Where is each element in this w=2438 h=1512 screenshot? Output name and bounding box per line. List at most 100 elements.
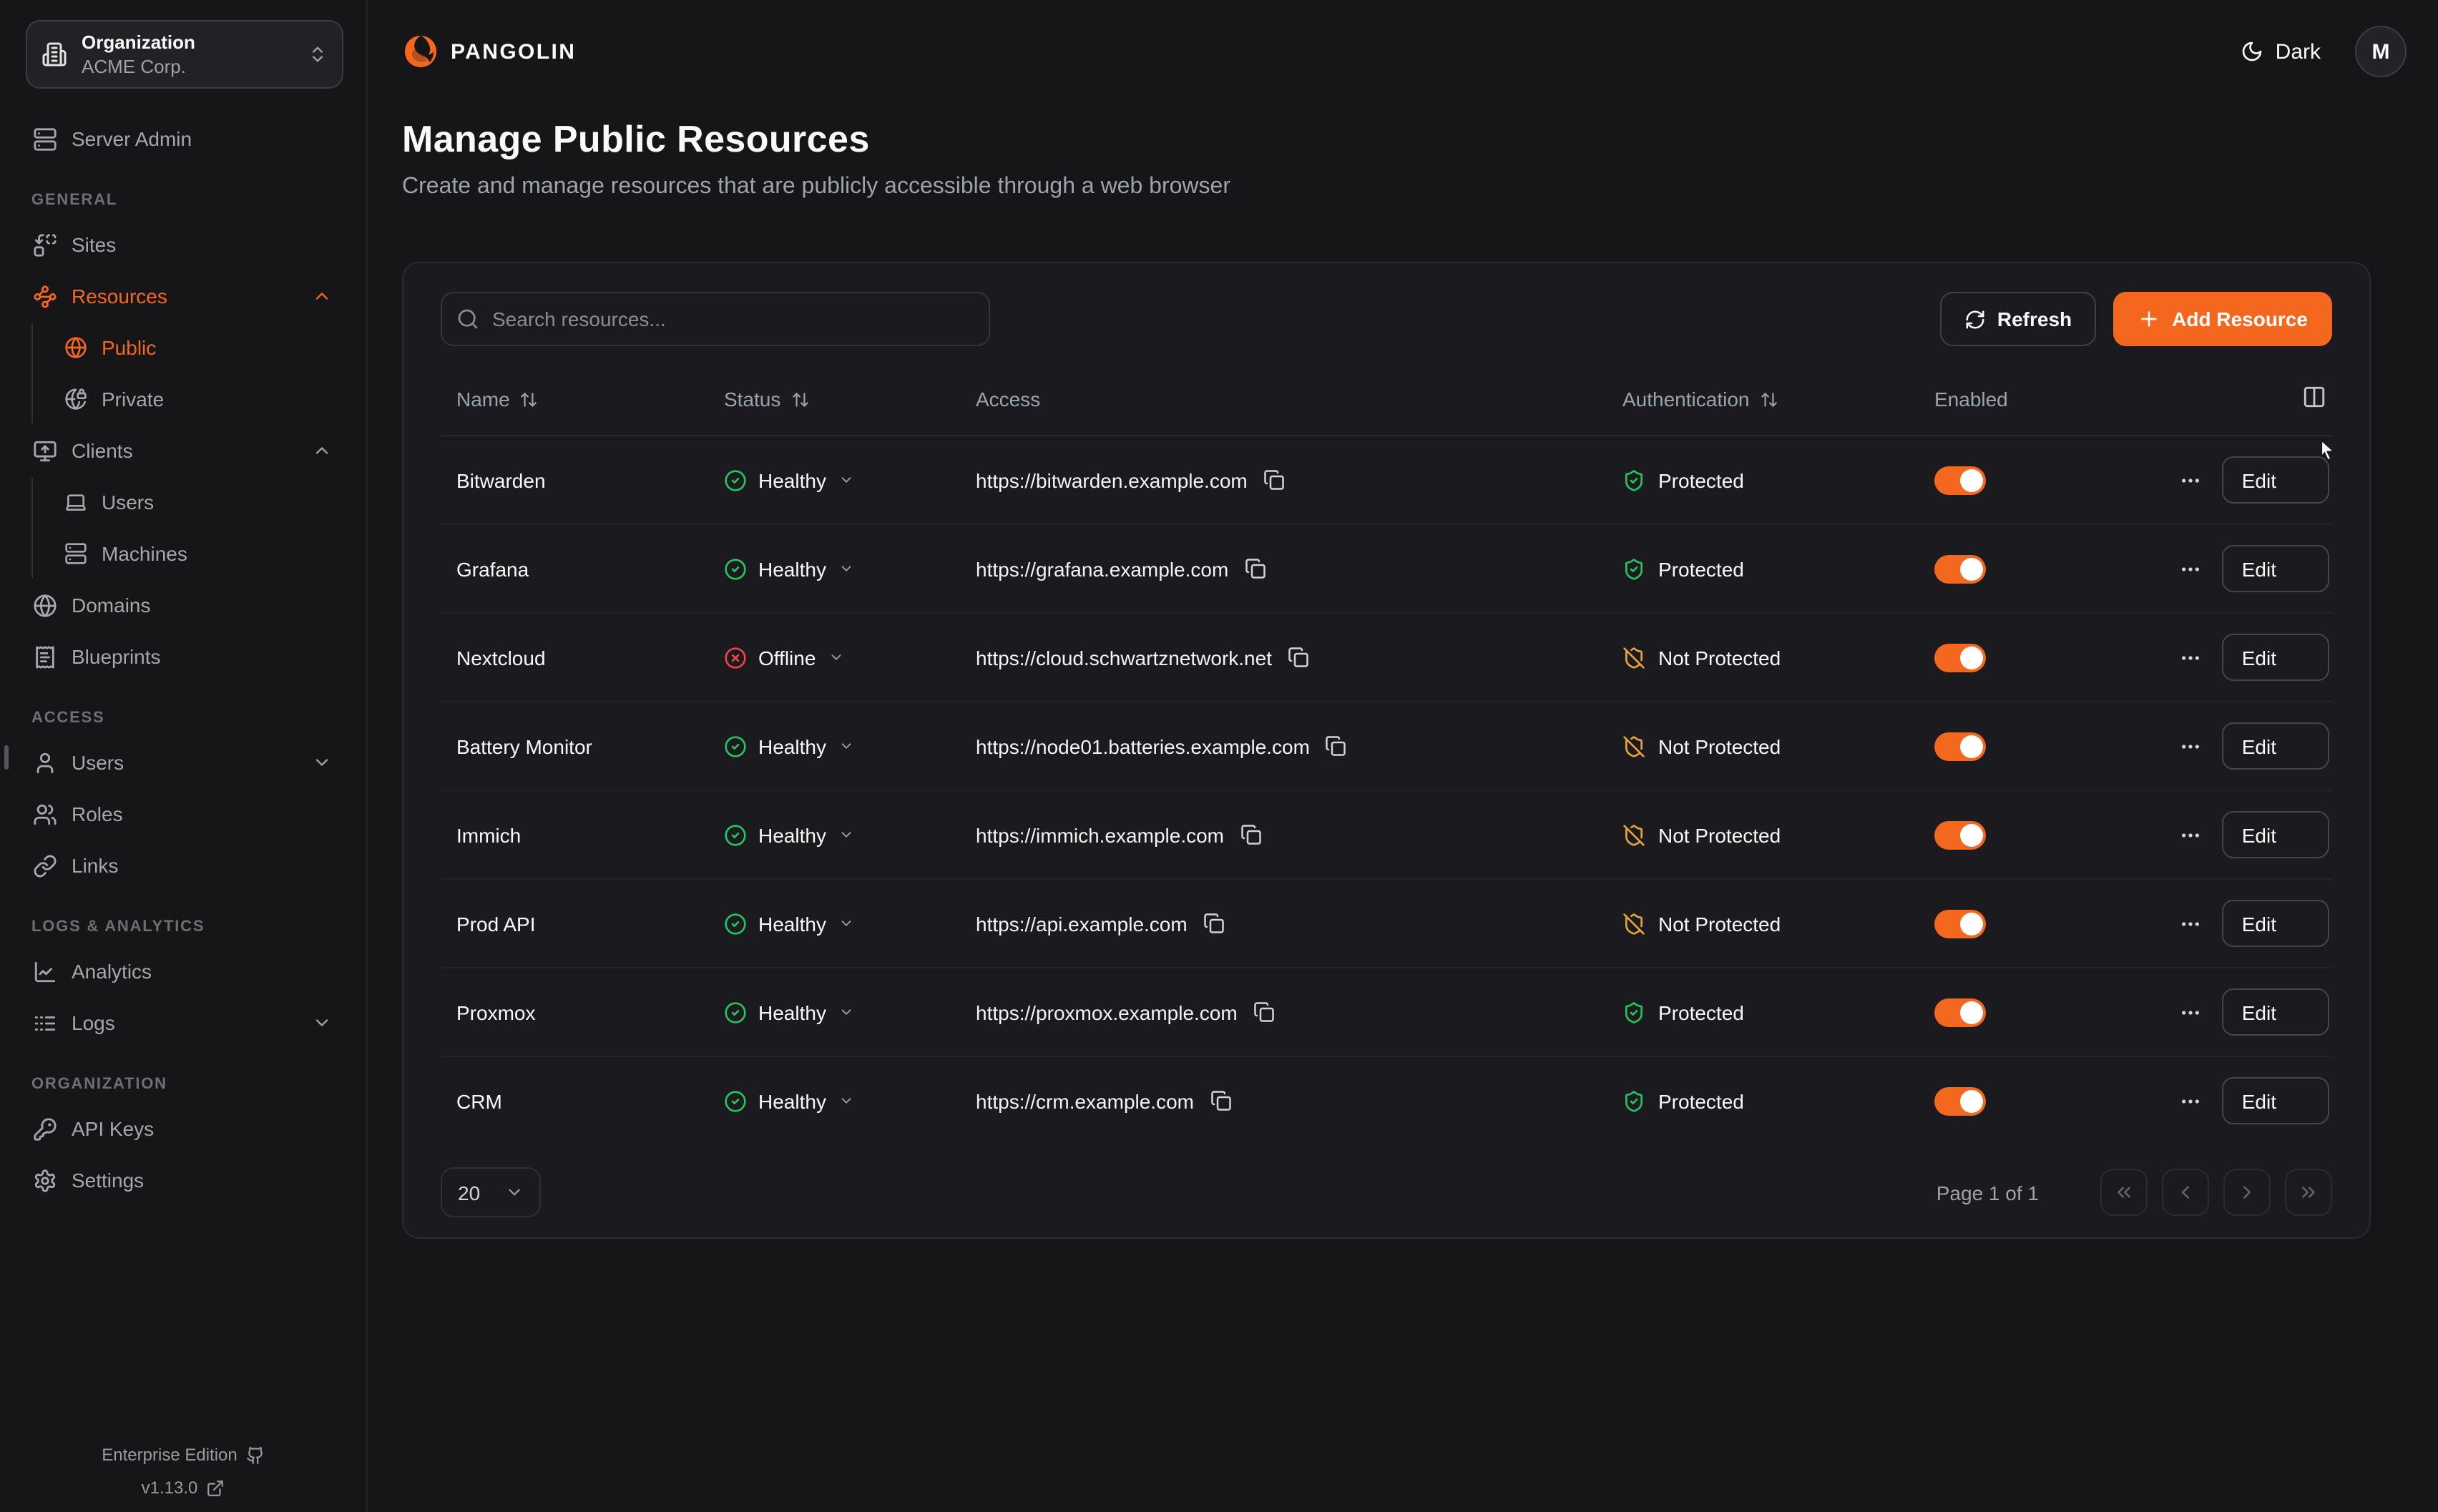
- copy-url-button[interactable]: [1244, 558, 1265, 579]
- columns-toggle-button[interactable]: [2302, 385, 2326, 413]
- next-page-button[interactable]: [2223, 1169, 2271, 1216]
- edition-line[interactable]: Enterprise Edition: [0, 1445, 366, 1465]
- edit-button[interactable]: Edit: [2222, 545, 2329, 592]
- auth-label: Not Protected: [1658, 735, 1781, 757]
- refresh-button[interactable]: Refresh: [1940, 292, 2096, 346]
- status-dropdown[interactable]: Healthy: [724, 557, 976, 580]
- pagination: Page 1 of 1: [1937, 1169, 2332, 1216]
- sort-icon[interactable]: [520, 390, 539, 408]
- edit-button[interactable]: Edit: [2222, 988, 2329, 1036]
- enabled-toggle[interactable]: [1934, 1086, 1986, 1115]
- status-dropdown[interactable]: Healthy: [724, 1089, 976, 1112]
- edit-button[interactable]: Edit: [2222, 1077, 2329, 1124]
- sort-icon[interactable]: [1759, 390, 1778, 408]
- circle-check-icon: [724, 557, 747, 580]
- ellipsis-icon: [2179, 735, 2202, 757]
- status-dropdown[interactable]: Offline: [724, 646, 976, 669]
- sidebar-item-settings[interactable]: Settings: [26, 1156, 341, 1204]
- sidebar-item-domains[interactable]: Domains: [26, 581, 341, 629]
- sidebar-item-roles[interactable]: Roles: [26, 790, 341, 838]
- sidebar-item-private[interactable]: Private: [57, 375, 341, 423]
- enabled-toggle[interactable]: [1934, 732, 1986, 760]
- actions-cell: Edit: [2106, 545, 2332, 592]
- edit-button[interactable]: Edit: [2222, 634, 2329, 681]
- edit-button[interactable]: Edit: [2222, 900, 2329, 947]
- topbar-right: Dark M: [2241, 26, 2407, 77]
- sidebar-item-api-keys[interactable]: API Keys: [26, 1104, 341, 1153]
- chevron-up-icon[interactable]: [312, 286, 332, 306]
- ellipsis-icon: [2179, 468, 2202, 491]
- enabled-toggle[interactable]: [1934, 998, 1986, 1026]
- edit-button[interactable]: Edit: [2222, 722, 2329, 770]
- copy-icon: [1288, 647, 1309, 668]
- sidebar-item-clients[interactable]: Clients: [26, 426, 341, 475]
- sidebar-item-users[interactable]: Users: [26, 738, 341, 787]
- enabled-toggle[interactable]: [1934, 466, 1986, 494]
- enabled-toggle[interactable]: [1934, 820, 1986, 849]
- access-cell: https://cloud.schwartznetwork.net: [976, 646, 1622, 669]
- chevron-up-icon[interactable]: [312, 441, 332, 461]
- copy-url-button[interactable]: [1253, 1001, 1275, 1023]
- sidebar-item-users[interactable]: Users: [57, 478, 341, 526]
- theme-toggle[interactable]: Dark: [2241, 39, 2321, 64]
- sidebar-item-server-admin[interactable]: Server Admin: [26, 114, 341, 163]
- mouse-cursor: [2318, 439, 2338, 462]
- row-menu-button[interactable]: [2179, 646, 2202, 669]
- main-area: PANGOLIN Dark M Manage Public Resources …: [368, 0, 2438, 1512]
- last-page-button[interactable]: [2285, 1169, 2332, 1216]
- row-menu-button[interactable]: [2179, 823, 2202, 846]
- status-dropdown[interactable]: Healthy: [724, 468, 976, 491]
- ellipsis-icon: [2179, 912, 2202, 935]
- copy-url-button[interactable]: [1240, 824, 1261, 845]
- row-menu-button[interactable]: [2179, 468, 2202, 491]
- enabled-toggle[interactable]: [1934, 643, 1986, 672]
- chevron-down-icon: [839, 561, 855, 576]
- shield-off-icon: [1622, 912, 1645, 935]
- resource-name: CRM: [456, 1089, 724, 1112]
- user-avatar[interactable]: M: [2355, 26, 2407, 77]
- copy-url-button[interactable]: [1326, 735, 1347, 757]
- copy-url-button[interactable]: [1203, 913, 1225, 934]
- resource-url: https://immich.example.com: [976, 823, 1224, 846]
- sidebar-item-public[interactable]: Public: [57, 323, 341, 372]
- edit-button[interactable]: Edit: [2222, 456, 2329, 504]
- copy-url-button[interactable]: [1210, 1090, 1231, 1111]
- status-dropdown[interactable]: Healthy: [724, 735, 976, 757]
- copy-url-button[interactable]: [1263, 469, 1285, 491]
- version-line[interactable]: v1.13.0: [0, 1478, 366, 1498]
- org-selector[interactable]: Organization ACME Corp.: [26, 20, 343, 89]
- status-dropdown[interactable]: Healthy: [724, 823, 976, 846]
- sidebar-item-machines[interactable]: Machines: [57, 529, 341, 578]
- sort-icon[interactable]: [790, 390, 809, 408]
- enabled-toggle[interactable]: [1934, 909, 1986, 938]
- access-cell: https://api.example.com: [976, 912, 1622, 935]
- status-dropdown[interactable]: Healthy: [724, 1001, 976, 1023]
- sidebar-item-label: Clients: [72, 439, 133, 462]
- row-menu-button[interactable]: [2179, 735, 2202, 757]
- status-dropdown[interactable]: Healthy: [724, 912, 976, 935]
- page-size-select[interactable]: 20: [441, 1167, 541, 1217]
- chevron-down-icon[interactable]: [312, 752, 332, 772]
- copy-url-button[interactable]: [1288, 647, 1309, 668]
- scrollbar-thumb[interactable]: [4, 745, 9, 770]
- enabled-toggle[interactable]: [1934, 554, 1986, 583]
- row-menu-button[interactable]: [2179, 557, 2202, 580]
- prev-page-button[interactable]: [2162, 1169, 2209, 1216]
- row-menu-button[interactable]: [2179, 1001, 2202, 1023]
- row-menu-button[interactable]: [2179, 1089, 2202, 1112]
- sidebar-item-blueprints[interactable]: Blueprints: [26, 632, 341, 681]
- sidebar-item-analytics[interactable]: Analytics: [26, 947, 341, 996]
- first-page-button[interactable]: [2100, 1169, 2148, 1216]
- server-icon: [64, 542, 87, 565]
- sidebar-item-links[interactable]: Links: [26, 841, 341, 890]
- add-resource-button[interactable]: Add Resource: [2113, 292, 2332, 346]
- auth-cell: Protected: [1622, 557, 1934, 580]
- sidebar-item-sites[interactable]: Sites: [26, 220, 341, 269]
- brand[interactable]: PANGOLIN: [402, 33, 576, 70]
- row-menu-button[interactable]: [2179, 912, 2202, 935]
- edit-button[interactable]: Edit: [2222, 811, 2329, 858]
- sidebar-item-resources[interactable]: Resources: [26, 272, 341, 320]
- search-input[interactable]: [441, 292, 990, 346]
- chevron-down-icon[interactable]: [312, 1013, 332, 1033]
- sidebar-item-logs[interactable]: Logs: [26, 998, 341, 1047]
